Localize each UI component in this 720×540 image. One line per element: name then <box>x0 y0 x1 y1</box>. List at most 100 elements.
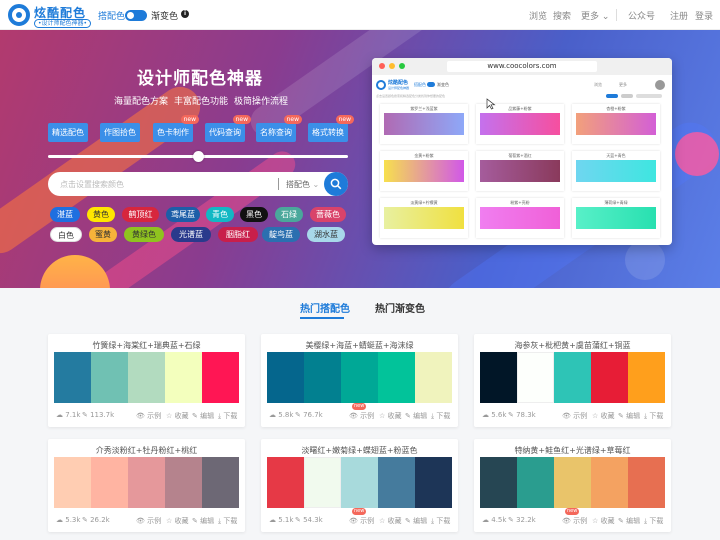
mode-solid-label[interactable]: 搭配色 <box>98 9 125 22</box>
palette-download[interactable]: ⤓ 下载 <box>644 411 663 421</box>
nav-login[interactable]: 登录 <box>695 9 713 22</box>
color-slider[interactable] <box>48 151 348 162</box>
nav-register[interactable]: 注册 <box>670 9 688 22</box>
color-swatch[interactable] <box>628 352 665 403</box>
palette-example[interactable]: 👁 示例 new <box>349 508 374 526</box>
color-chip[interactable]: 青色 <box>206 207 234 222</box>
color-chip[interactable]: 黑色 <box>240 207 268 222</box>
palette-example[interactable]: 👁 示例 new <box>562 508 587 526</box>
palette-download[interactable]: ⤓ 下载 <box>431 411 450 421</box>
palette-favorite[interactable]: ☆ 收藏 <box>379 516 402 526</box>
nav-wechat[interactable]: 公众号 <box>628 9 655 22</box>
color-swatch[interactable] <box>415 352 452 403</box>
color-chip[interactable]: 黄绿色 <box>124 227 164 242</box>
palette-edit[interactable]: ✎ 编辑 <box>192 516 214 526</box>
color-swatch[interactable] <box>91 457 128 508</box>
palette-card[interactable]: 特纳黄+鲑鱼红+光谱绿+草莓红 ☁ 4.5k ✎ 32.2k 👁 示例 new ☆ 收藏 ✎… <box>474 439 671 532</box>
palette-edit[interactable]: ✎ 编辑 <box>405 411 427 421</box>
color-swatch[interactable] <box>480 457 517 508</box>
palette-edit[interactable]: ✎ 编辑 <box>192 411 214 421</box>
color-swatch[interactable] <box>54 457 91 508</box>
color-swatch[interactable] <box>341 352 378 403</box>
color-chip[interactable]: 靛鸟蓝 <box>262 227 300 242</box>
color-swatch[interactable] <box>517 352 554 403</box>
palette-card[interactable]: 介秀淡粉红+牡丹粉红+桃红 ☁ 5.3k ✎ 26.2k 👁 示例 ☆ 收藏 ✎ 编辑 ⤓ … <box>48 439 245 532</box>
nav-browse[interactable]: 浏览 <box>529 9 547 22</box>
color-swatch[interactable] <box>128 352 165 403</box>
color-swatch[interactable] <box>378 352 415 403</box>
nav-search[interactable]: 搜索 <box>553 9 571 22</box>
palette-card[interactable]: 美樱绿+海蓝+蜻蜓蓝+海沫绿 ☁ 5.8k ✎ 76.7k 👁 示例 new ☆ 收藏 ✎ … <box>261 334 458 427</box>
palette-favorite[interactable]: ☆ 收藏 <box>379 411 402 421</box>
color-swatch[interactable] <box>591 352 628 403</box>
color-chip[interactable]: 鸢尾蓝 <box>166 207 200 222</box>
color-swatch[interactable] <box>165 352 202 403</box>
color-swatch[interactable] <box>304 352 341 403</box>
color-swatch[interactable] <box>54 352 91 403</box>
feature-button-swatch[interactable]: 色卡制作 new <box>153 115 199 142</box>
palette-download[interactable]: ⤓ 下载 <box>218 516 237 526</box>
color-chip[interactable]: 鹤顶红 <box>122 207 159 222</box>
feature-button-code[interactable]: 代码查询 new <box>205 115 251 142</box>
palette-download[interactable]: ⤓ 下载 <box>431 516 450 526</box>
color-chip[interactable]: 石绿 <box>275 207 303 222</box>
color-swatch[interactable] <box>341 457 378 508</box>
color-swatch[interactable] <box>480 352 517 403</box>
color-chip[interactable]: 蜜黄 <box>89 227 117 242</box>
color-chip[interactable]: 湛蓝 <box>50 207 80 222</box>
color-swatch[interactable] <box>267 352 304 403</box>
color-swatch[interactable] <box>91 352 128 403</box>
palette-download[interactable]: ⤓ 下载 <box>644 516 663 526</box>
palette-card[interactable]: 淡曙红+嫩菊绿+蝶翅蓝+粉蓝色 ☁ 5.1k ✎ 54.3k 👁 示例 new ☆ 收藏 ✎… <box>261 439 458 532</box>
color-chip[interactable]: 湖水蓝 <box>307 227 345 242</box>
nav-more[interactable]: 更多 ⌄ <box>581 9 609 22</box>
saves-icon: ✎ <box>82 411 91 419</box>
color-swatch[interactable] <box>554 352 591 403</box>
palette-example[interactable]: 👁 示例 <box>562 411 587 421</box>
palette-card[interactable]: 海参灰+枇杷黄+虞苗蒲红+铜蓝 ☁ 5.6k ✎ 78.3k 👁 示例 ☆ 收藏 ✎ 编辑… <box>474 334 671 427</box>
color-chip[interactable]: 胭脂红 <box>218 227 258 242</box>
info-icon[interactable]: i <box>181 10 189 18</box>
search-input[interactable]: 点击设置搜索颜色 <box>60 179 124 190</box>
color-swatch[interactable] <box>517 457 554 508</box>
mode-toggle[interactable] <box>125 10 147 21</box>
feature-button-picks[interactable]: 精选配色 <box>48 123 88 142</box>
search-button[interactable] <box>324 172 348 196</box>
feature-button-convert[interactable]: 格式转换 new <box>308 115 354 142</box>
color-swatch[interactable] <box>378 457 415 508</box>
palette-edit[interactable]: ✎ 编辑 <box>618 516 640 526</box>
palette-edit[interactable]: ✎ 编辑 <box>405 516 427 526</box>
color-chip[interactable]: 白色 <box>50 227 82 242</box>
palette-favorite[interactable]: ☆ 收藏 <box>592 516 615 526</box>
palette-favorite[interactable]: ☆ 收藏 <box>166 411 189 421</box>
palette-favorite[interactable]: ☆ 收藏 <box>592 411 615 421</box>
color-swatch[interactable] <box>128 457 165 508</box>
palette-example[interactable]: 👁 示例 <box>136 516 161 526</box>
color-swatch[interactable] <box>415 457 452 508</box>
feature-button-picker[interactable]: 作图拾色 <box>100 123 140 142</box>
color-chip[interactable]: 光谱蓝 <box>171 227 211 242</box>
palette-example[interactable]: 👁 示例 new <box>349 403 374 421</box>
palette-download[interactable]: ⤓ 下载 <box>218 411 237 421</box>
color-swatch[interactable] <box>165 457 202 508</box>
palette-favorite[interactable]: ☆ 收藏 <box>166 516 189 526</box>
color-swatch[interactable] <box>202 457 239 508</box>
color-swatch[interactable] <box>304 457 341 508</box>
search-type-select[interactable]: 搭配色 ⌄ <box>286 179 319 190</box>
feature-button-name[interactable]: 名称查询 new <box>256 115 302 142</box>
palette-example[interactable]: 👁 示例 <box>136 411 161 421</box>
tab-hot-solid[interactable]: 热门搭配色 <box>300 300 350 315</box>
slider-handle[interactable] <box>193 151 204 162</box>
color-chip[interactable]: 蔷薇色 <box>310 207 346 222</box>
palette-edit[interactable]: ✎ 编辑 <box>618 411 640 421</box>
color-swatch[interactable] <box>202 352 239 403</box>
mode-gradient-label[interactable]: 渐变色 <box>151 9 178 22</box>
color-swatch[interactable] <box>554 457 591 508</box>
tab-hot-gradient[interactable]: 热门渐变色 <box>375 300 425 315</box>
color-swatch[interactable] <box>628 457 665 508</box>
palette-card[interactable]: 竹簧绿+海棠红+瑞典蓝+石绿 ☁ 7.1k ✎ 113.7k 👁 示例 ☆ 收藏 ✎ 编辑… <box>48 334 245 427</box>
site-logo[interactable]: 炫酷配色 •设计师配色神器• <box>8 4 100 28</box>
color-swatch[interactable] <box>267 457 304 508</box>
color-swatch[interactable] <box>591 457 628 508</box>
color-chip[interactable]: 黄色 <box>87 207 115 222</box>
